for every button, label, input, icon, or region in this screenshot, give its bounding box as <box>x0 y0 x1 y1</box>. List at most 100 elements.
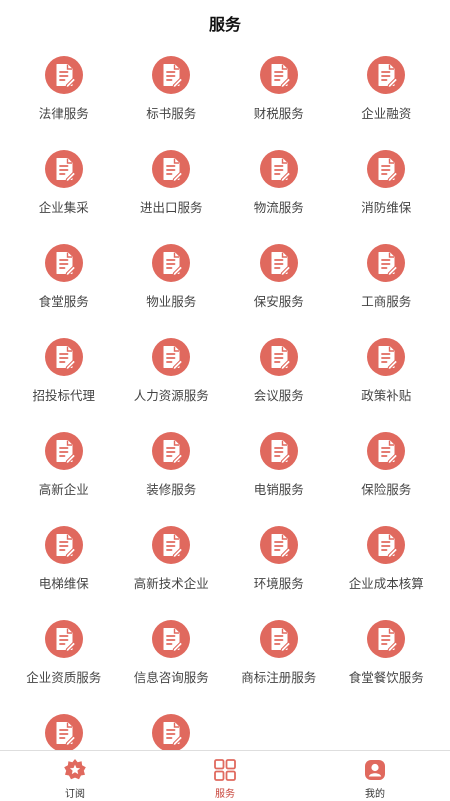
document-edit-icon <box>152 244 191 282</box>
service-tile[interactable]: 企业集采 <box>10 144 118 238</box>
service-label: 电梯维保 <box>38 576 89 591</box>
document-edit-icon <box>44 526 83 564</box>
service-label: 财税服务 <box>253 106 304 121</box>
document-edit-icon <box>44 338 83 376</box>
service-tile[interactable]: 食堂服务 <box>10 238 118 332</box>
tab-label: 服务 <box>215 789 235 800</box>
document-edit-icon <box>367 338 406 376</box>
user-icon <box>365 760 385 780</box>
service-label: 保安服务 <box>253 294 304 309</box>
service-label: 人力资源服务 <box>133 388 209 403</box>
document-edit-icon <box>367 432 406 470</box>
document-edit-icon <box>367 620 406 658</box>
grid-icon <box>214 759 236 781</box>
tab-bar: 订阅 服务 我的 <box>0 750 450 801</box>
document-edit-icon <box>367 56 406 94</box>
document-edit-icon <box>44 56 83 94</box>
document-edit-icon <box>259 432 298 470</box>
document-edit-icon <box>44 432 83 470</box>
document-edit-icon <box>152 526 191 564</box>
document-edit-icon <box>259 620 298 658</box>
service-label: 装修服务 <box>146 482 197 497</box>
document-edit-icon <box>152 432 191 470</box>
service-tile[interactable]: 装修服务 <box>118 426 226 520</box>
service-label: 企业成本核算 <box>348 576 424 591</box>
service-tile[interactable]: 企业资质服务 <box>10 614 118 708</box>
star-badge-icon <box>64 759 86 780</box>
service-tile[interactable]: 人力资源服务 <box>118 332 226 426</box>
tab-label: 我的 <box>365 789 385 800</box>
document-edit-icon <box>152 56 191 94</box>
service-tile[interactable]: 财税服务 <box>225 50 333 144</box>
service-tile[interactable]: 企业成本核算 <box>333 520 441 614</box>
service-label: 法律服务 <box>38 106 89 121</box>
service-label: 企业资质服务 <box>26 670 102 685</box>
service-label: 消防维保 <box>361 200 412 215</box>
service-tile[interactable]: 政策补贴 <box>333 332 441 426</box>
service-label: 物流服务 <box>253 200 304 215</box>
document-edit-icon <box>367 244 406 282</box>
service-tile[interactable]: 物业服务 <box>118 238 226 332</box>
service-tile[interactable] <box>118 708 226 750</box>
service-label: 会议服务 <box>253 388 304 403</box>
document-edit-icon <box>152 150 191 188</box>
document-edit-icon <box>152 714 191 750</box>
document-edit-icon <box>259 150 298 188</box>
service-tile[interactable]: 商标注册服务 <box>225 614 333 708</box>
document-edit-icon <box>44 620 83 658</box>
service-label: 标书服务 <box>146 106 197 121</box>
header: 服务 <box>0 0 450 46</box>
service-label: 食堂服务 <box>38 294 89 309</box>
document-edit-icon <box>259 244 298 282</box>
service-label: 食堂餐饮服务 <box>348 670 424 685</box>
service-label: 商标注册服务 <box>241 670 317 685</box>
service-tile[interactable]: 招投标代理 <box>10 332 118 426</box>
document-edit-icon <box>44 244 83 282</box>
service-tile[interactable]: 消防维保 <box>333 144 441 238</box>
service-tile[interactable]: 进出口服务 <box>118 144 226 238</box>
service-label: 企业融资 <box>361 106 412 121</box>
service-tile[interactable]: 信息咨询服务 <box>118 614 226 708</box>
service-tile[interactable]: 高新企业 <box>10 426 118 520</box>
service-label: 招投标代理 <box>32 388 95 403</box>
service-label: 进出口服务 <box>139 200 203 215</box>
service-label: 环境服务 <box>253 576 304 591</box>
document-edit-icon <box>44 150 83 188</box>
document-edit-icon <box>367 150 406 188</box>
service-tile[interactable]: 会议服务 <box>225 332 333 426</box>
document-edit-icon <box>44 714 83 750</box>
service-grid: 法律服务 标书服务 财税服务 企业融资企业集采 进出口服务 物流服务 消防维保食堂服务 物业服… <box>10 50 440 750</box>
service-tile[interactable]: 食堂餐饮服务 <box>333 614 441 708</box>
service-label: 企业集采 <box>38 200 89 215</box>
service-tile[interactable]: 企业融资 <box>333 50 441 144</box>
service-label: 保险服务 <box>361 482 412 497</box>
service-tile[interactable]: 法律服务 <box>10 50 118 144</box>
service-tile[interactable]: 保安服务 <box>225 238 333 332</box>
document-edit-icon <box>152 620 191 658</box>
service-tile[interactable]: 高新技术企业 <box>118 520 226 614</box>
service-label: 电销服务 <box>253 482 304 497</box>
service-tile[interactable]: 物流服务 <box>225 144 333 238</box>
service-tile[interactable] <box>10 708 118 750</box>
service-label: 政策补贴 <box>361 388 412 403</box>
document-edit-icon <box>152 338 191 376</box>
document-edit-icon <box>259 56 298 94</box>
service-label: 工商服务 <box>361 294 412 309</box>
page-title: 服务 <box>208 15 241 34</box>
tab-service[interactable]: 服务 <box>150 751 300 801</box>
service-tile[interactable]: 环境服务 <box>225 520 333 614</box>
service-tile[interactable]: 电梯维保 <box>10 520 118 614</box>
service-label: 高新技术企业 <box>133 576 209 591</box>
service-label: 信息咨询服务 <box>133 670 209 685</box>
document-edit-icon <box>259 526 298 564</box>
service-tile[interactable]: 保险服务 <box>333 426 441 520</box>
service-label: 高新企业 <box>38 482 89 497</box>
service-tile[interactable]: 标书服务 <box>118 50 226 144</box>
tab-subscribe[interactable]: 订阅 <box>0 751 150 801</box>
document-edit-icon <box>367 526 406 564</box>
service-tile[interactable]: 电销服务 <box>225 426 333 520</box>
service-label: 物业服务 <box>146 294 197 309</box>
tab-mine[interactable]: 我的 <box>300 751 450 801</box>
tab-label: 订阅 <box>65 789 85 800</box>
service-tile[interactable]: 工商服务 <box>333 238 441 332</box>
